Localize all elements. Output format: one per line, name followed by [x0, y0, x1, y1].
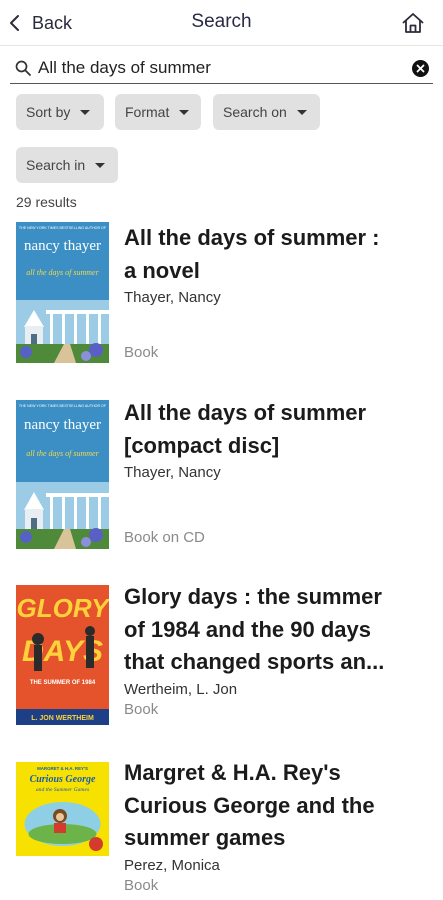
cover-art: THE NEW YORK TIMES BESTSELLING AUTHOR OF… — [16, 400, 109, 549]
cover-author: nancy thayer — [24, 417, 101, 433]
results-count: 29 results — [16, 194, 77, 210]
search-bar — [10, 53, 433, 84]
clear-search-icon[interactable] — [412, 60, 429, 77]
result-author: Thayer, Nancy — [124, 289, 221, 306]
book-cover: GLORY DAYS THE SUMMER OF 1984 L. JON WER… — [16, 585, 109, 725]
cover-author: nancy thayer — [24, 238, 101, 254]
search-on-dropdown[interactable]: Search on — [213, 94, 320, 130]
page-title: Search — [191, 11, 252, 32]
result-title-line: [compact disc] — [124, 432, 280, 458]
cover-art: MARGRET & H.A. REY'S Curious George and … — [16, 762, 109, 856]
search-in-label: Search in — [26, 157, 86, 173]
search-in-dropdown[interactable]: Search in — [16, 147, 118, 183]
cover-author: L. JON WERTHEIM — [31, 715, 94, 722]
result-title-line: a novel — [124, 257, 200, 283]
result-title-line: All the days of summer : — [124, 225, 380, 250]
cover-header: MARGRET & H.A. REY'S — [37, 766, 88, 771]
result-item[interactable]: THE NEW YORK TIMES BESTSELLING AUTHOR OF… — [0, 399, 443, 551]
cover-title: Curious George — [30, 774, 96, 785]
result-author: Perez, Monica — [124, 856, 220, 874]
sort-by-label: Sort by — [26, 104, 71, 120]
result-title-line: All the days of summer — [124, 400, 367, 425]
caret-down-icon — [296, 109, 307, 115]
book-cover: THE NEW YORK TIMES BESTSELLING AUTHOR OF… — [16, 222, 109, 363]
result-title-line: Margret & H.A. Rey's — [124, 760, 341, 785]
format-dropdown[interactable]: Format — [115, 94, 201, 130]
result-format: Book — [124, 700, 159, 718]
cover-title: all the days of summer — [26, 449, 99, 458]
result-title-line: Curious George and the — [124, 792, 375, 818]
result-info: All the days of summer : a novel Thayer,… — [124, 222, 424, 308]
result-author: Thayer, Nancy — [124, 464, 221, 481]
caret-down-icon — [179, 109, 190, 115]
result-format: Book on CD — [124, 529, 205, 546]
result-item[interactable]: MARGRET & H.A. REY'S Curious George and … — [0, 760, 443, 900]
result-format: Book — [124, 344, 159, 361]
result-title-line: Glory days : the summer — [124, 584, 382, 609]
result-info: Glory days : the summer of 1984 and the … — [124, 581, 424, 720]
result-info: All the days of summer [compact disc] Th… — [124, 397, 424, 483]
result-title-line: summer games — [124, 825, 286, 850]
result-author: Wertheim, L. Jon — [124, 680, 238, 698]
cover-art: GLORY DAYS THE SUMMER OF 1984 L. JON WER… — [16, 585, 109, 725]
cover-title: all the days of summer — [26, 268, 99, 277]
top-bar: Back Search — [0, 0, 443, 46]
result-title-line: that changed sports an... — [124, 649, 385, 674]
result-item[interactable]: GLORY DAYS THE SUMMER OF 1984 L. JON WER… — [0, 583, 443, 727]
result-title-line: of 1984 and the 90 days — [124, 616, 371, 642]
result-format: Book — [124, 876, 159, 894]
sort-by-dropdown[interactable]: Sort by — [16, 94, 104, 130]
search-input[interactable] — [38, 58, 398, 78]
book-cover: THE NEW YORK TIMES BESTSELLING AUTHOR OF… — [16, 400, 109, 549]
caret-down-icon — [95, 162, 106, 168]
cover-tagline: THE NEW YORK TIMES BESTSELLING AUTHOR OF — [19, 226, 107, 230]
cover-subtitle: and the Summer Games — [36, 787, 89, 793]
book-cover: MARGRET & H.A. REY'S Curious George and … — [16, 762, 109, 856]
search-on-label: Search on — [223, 104, 287, 120]
cover-subtitle: THE SUMMER OF 1984 — [30, 680, 96, 686]
result-info: Margret & H.A. Rey's Curious George and … — [124, 757, 424, 896]
result-item[interactable]: THE NEW YORK TIMES BESTSELLING AUTHOR OF… — [0, 222, 443, 368]
caret-down-icon — [80, 109, 91, 115]
cover-tagline: THE NEW YORK TIMES BESTSELLING AUTHOR OF — [19, 404, 107, 408]
home-icon[interactable] — [400, 10, 426, 36]
format-label: Format — [125, 104, 170, 120]
search-icon — [15, 60, 31, 76]
cover-art: THE NEW YORK TIMES BESTSELLING AUTHOR OF… — [16, 222, 109, 363]
cover-title-top: GLORY — [17, 593, 109, 623]
